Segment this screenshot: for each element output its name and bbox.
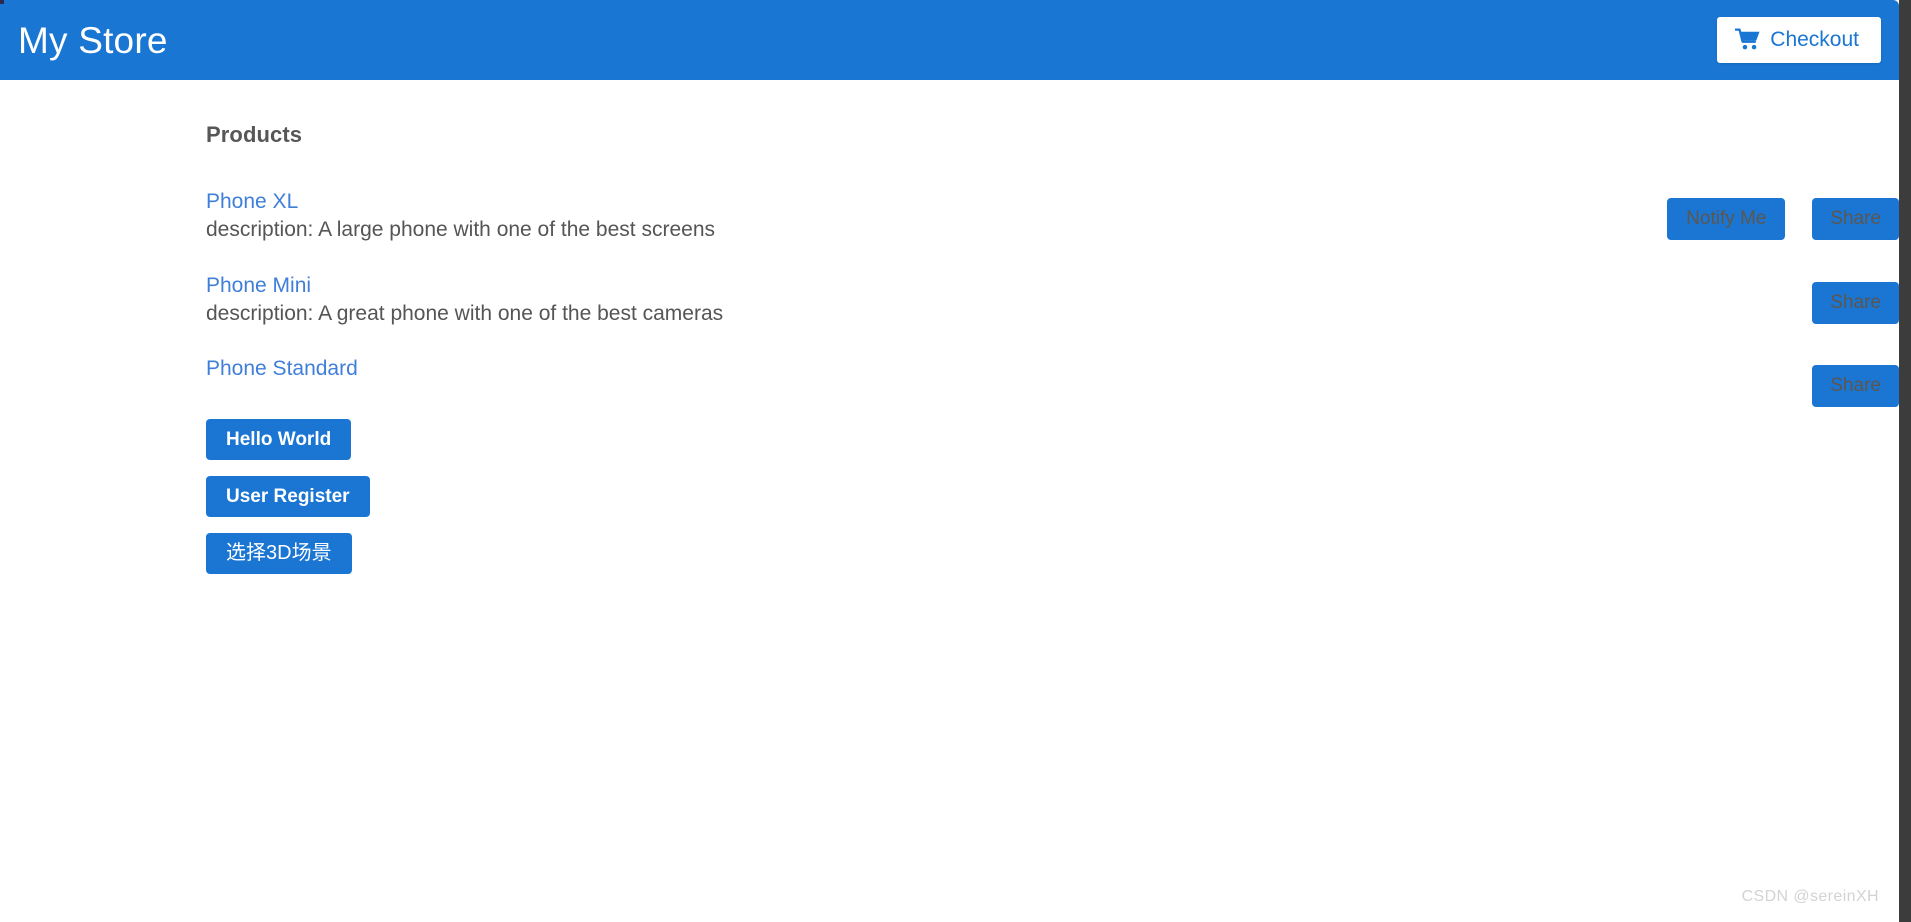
main-content: Products Phone XL description: A large p… (0, 80, 1899, 575)
checkout-button[interactable]: Checkout (1717, 17, 1881, 63)
product-description: description: A large phone with one of t… (206, 218, 715, 242)
app-root: My Store Checkout Products Phone XL desc… (0, 0, 1911, 922)
user-register-button[interactable]: User Register (206, 476, 370, 518)
product-row: Phone Mini description: A great phone wi… (206, 272, 1899, 328)
window-right-edge (1899, 0, 1911, 922)
page-title: Products (206, 122, 303, 147)
watermark: CSDN @sereinXH (1741, 888, 1879, 905)
window-corner-artifact (0, 0, 4, 4)
checkout-button-label: Checkout (1770, 28, 1859, 51)
product-actions: Share (1812, 365, 1899, 408)
app-header: My Store Checkout (0, 0, 1899, 80)
product-name-link[interactable]: Phone Mini (206, 272, 311, 299)
select-3d-scene-button[interactable]: 选择3D场景 (206, 533, 352, 575)
app-brand-title: My Store (18, 19, 168, 61)
product-actions: Share (1812, 281, 1899, 324)
product-row: Phone Standard Share (206, 355, 1899, 408)
product-name-link[interactable]: Phone Standard (206, 355, 358, 382)
share-button[interactable]: Share (1812, 365, 1899, 408)
notify-me-button[interactable]: Notify Me (1667, 198, 1786, 240)
product-description: description: A great phone with one of t… (206, 301, 724, 325)
product-actions: Notify Me Share (1667, 198, 1899, 240)
product-name-link[interactable]: Phone XL (206, 188, 298, 215)
action-button-stack: Hello World User Register 选择3D场景 (206, 419, 1899, 575)
hello-world-button[interactable]: Hello World (206, 419, 352, 461)
shopping-cart-icon (1735, 28, 1761, 52)
product-row: Phone XL description: A large phone with… (206, 188, 1899, 244)
share-button[interactable]: Share (1812, 198, 1899, 240)
share-button[interactable]: Share (1812, 281, 1899, 324)
